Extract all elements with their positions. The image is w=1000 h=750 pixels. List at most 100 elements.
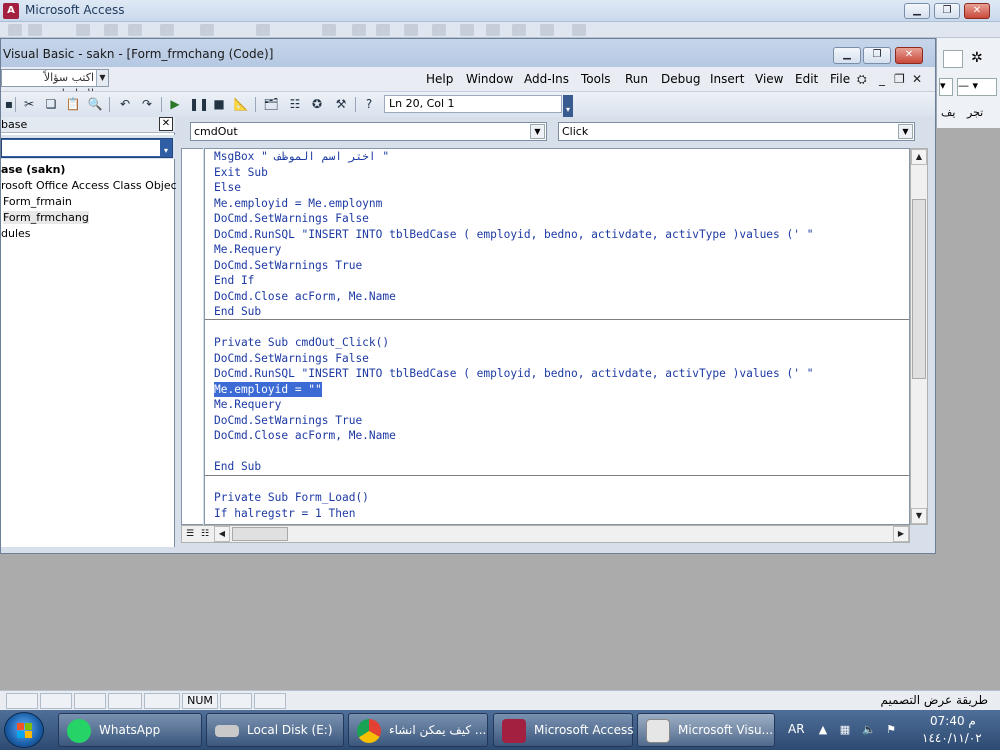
horizontal-scrollbar[interactable]: ☰ ☷ ◀ ▶ xyxy=(181,525,910,543)
tree-class-objects-folder[interactable]: rosoft Office Access Class Objects xyxy=(1,179,187,192)
menu-tools[interactable]: Tools xyxy=(581,72,611,86)
scroll-down-icon[interactable]: ▼ xyxy=(911,508,927,524)
procedure-view-icon[interactable]: ☰ xyxy=(183,527,197,541)
code-line[interactable]: Me.Requery xyxy=(214,242,281,257)
access-view-icon[interactable]: ⛭ xyxy=(857,72,867,87)
menu-add-ins[interactable]: Add-Ins xyxy=(524,72,569,86)
object-browser-icon[interactable]: ✪ xyxy=(309,96,325,112)
toolbar-icon[interactable] xyxy=(256,24,270,36)
dropdown-arrow[interactable]: ▾ xyxy=(939,78,953,96)
toolbar-icon[interactable] xyxy=(128,24,142,36)
clock-time[interactable]: 07:40 م xyxy=(930,714,976,728)
toolbar-icon[interactable] xyxy=(352,24,366,36)
mdi-restore-icon[interactable]: ❐ xyxy=(894,72,905,86)
menu-insert[interactable]: Insert xyxy=(710,72,744,86)
code-line[interactable]: Private Sub cmdOut_Click() xyxy=(214,335,389,350)
taskbar-vbe[interactable]: Microsoft Visu... xyxy=(637,713,775,747)
menu-help[interactable]: Help xyxy=(426,72,453,86)
vbe-restore-button[interactable]: ❐ xyxy=(863,47,891,64)
access-restore-button[interactable]: ❐ xyxy=(934,3,960,19)
language-indicator[interactable]: AR xyxy=(788,722,805,736)
code-line[interactable]: Me.employid = Me.employnm xyxy=(214,196,382,211)
toolbar-icon[interactable] xyxy=(404,24,418,36)
vertical-scrollbar[interactable]: ▲ ▼ xyxy=(910,148,928,525)
toolbar-icon[interactable] xyxy=(376,24,390,36)
toolbar-icon[interactable] xyxy=(28,24,42,36)
menu-window[interactable]: Window xyxy=(466,72,513,86)
code-line[interactable]: End Sub xyxy=(214,459,261,474)
find-icon[interactable]: 🔍 xyxy=(87,96,103,112)
code-line[interactable]: DoCmd.Close acForm, Me.Name xyxy=(214,289,396,304)
toolbar-icon[interactable] xyxy=(8,24,22,36)
project-explorer-icon[interactable]: 🗂 xyxy=(263,96,279,112)
taskbar-local-disk[interactable]: Local Disk (E:) xyxy=(206,713,344,747)
toolbar-icon[interactable] xyxy=(322,24,336,36)
code-line[interactable]: Else xyxy=(214,180,241,195)
project-dropdown[interactable]: ▾ xyxy=(1,138,173,158)
code-line[interactable]: DoCmd.SetWarnings False xyxy=(214,211,369,226)
code-line[interactable]: Exit Sub xyxy=(214,165,268,180)
design-mode-icon[interactable]: 📐 xyxy=(233,96,249,112)
chevron-down-icon[interactable]: ▾ xyxy=(161,140,171,156)
access-close-button[interactable]: ✕ xyxy=(964,3,990,19)
help-icon[interactable]: ? xyxy=(361,96,377,112)
toolbar-icon[interactable] xyxy=(104,24,118,36)
code-line[interactable]: DoCmd.SetWarnings True xyxy=(214,258,362,273)
access-minimize-button[interactable]: ▁ xyxy=(904,3,930,19)
scroll-thumb[interactable] xyxy=(912,199,926,379)
toolbar-icon[interactable] xyxy=(460,24,474,36)
tree-form-frmchang[interactable]: Form_frmchang xyxy=(3,211,89,224)
break-icon[interactable]: ❚❚ xyxy=(189,96,209,112)
cut-icon[interactable]: ✂ xyxy=(21,96,37,112)
redo-icon[interactable]: ↷ xyxy=(139,96,155,112)
menu-edit[interactable]: Edit xyxy=(795,72,818,86)
chevron-down-icon[interactable]: ▼ xyxy=(530,124,545,139)
chevron-down-icon[interactable]: ▼ xyxy=(898,124,913,139)
vbe-close-button[interactable]: ✕ xyxy=(895,47,923,64)
paste-icon[interactable]: 📋 xyxy=(65,96,81,112)
code-line-selected[interactable]: Me.employid = "" xyxy=(214,381,322,397)
rectangle-tool-icon[interactable] xyxy=(943,50,963,68)
menu-file[interactable]: File xyxy=(830,72,850,86)
line-style-dropdown[interactable]: — ▾ xyxy=(957,78,997,96)
toolbox-icon[interactable]: ⚒ xyxy=(333,96,349,112)
code-line[interactable]: DoCmd.SetWarnings True xyxy=(214,413,362,428)
tree-form-frmain[interactable]: Form_frmain xyxy=(3,195,72,208)
scroll-up-icon[interactable]: ▲ xyxy=(911,149,927,165)
scroll-left-icon[interactable]: ◀ xyxy=(214,526,230,542)
code-margin[interactable] xyxy=(181,148,203,525)
taskbar-access[interactable]: Microsoft Access xyxy=(493,713,634,747)
menu-run[interactable]: Run xyxy=(625,72,648,86)
code-line[interactable]: End Sub xyxy=(214,304,261,319)
code-line[interactable]: Private Sub Form_Load() xyxy=(214,490,369,505)
action-center-icon[interactable]: ⚑ xyxy=(884,723,898,737)
clock-date[interactable]: ١٤٤٠/١١/٠٢ xyxy=(922,731,982,745)
toolbar-options-icon[interactable]: ▾ xyxy=(563,95,573,117)
network-icon[interactable]: ▦ xyxy=(838,723,852,737)
toolbar-icon[interactable] xyxy=(160,24,174,36)
mdi-close-icon[interactable]: ✕ xyxy=(912,72,922,86)
show-hidden-icons-icon[interactable]: ▲ xyxy=(816,723,830,737)
code-line[interactable]: Me.Requery xyxy=(214,397,281,412)
toolbar-icon[interactable] xyxy=(432,24,446,36)
undo-icon[interactable]: ↶ xyxy=(117,96,133,112)
code-editor[interactable]: MsgBox " اختر اسم الموظف " Exit Sub Else… xyxy=(204,148,910,525)
toolbar-icon[interactable] xyxy=(486,24,500,36)
code-line[interactable]: End If xyxy=(214,273,254,288)
chevron-down-icon[interactable]: ▼ xyxy=(96,70,108,86)
properties-icon[interactable]: ☷ xyxy=(287,96,303,112)
help-icon[interactable] xyxy=(572,24,586,36)
taskbar-whatsapp[interactable]: WhatsApp xyxy=(58,713,202,747)
toolbar-icon[interactable] xyxy=(76,24,90,36)
procedure-combobox[interactable]: Click ▼ xyxy=(558,122,915,141)
taskbar-chrome[interactable]: كيف يمكن انشاء ... xyxy=(348,713,488,747)
toolbar-icon[interactable] xyxy=(512,24,526,36)
mdi-minimize-icon[interactable]: _ xyxy=(879,72,885,86)
toolbar-icon[interactable] xyxy=(540,24,554,36)
object-combobox[interactable]: cmdOut ▼ xyxy=(190,122,547,141)
volume-icon[interactable]: 🔈 xyxy=(862,723,876,737)
tree-modules-folder[interactable]: dules xyxy=(1,227,31,240)
start-button[interactable] xyxy=(4,712,44,748)
scroll-right-icon[interactable]: ▶ xyxy=(893,526,909,542)
copy-icon[interactable]: ❏ xyxy=(43,96,59,112)
